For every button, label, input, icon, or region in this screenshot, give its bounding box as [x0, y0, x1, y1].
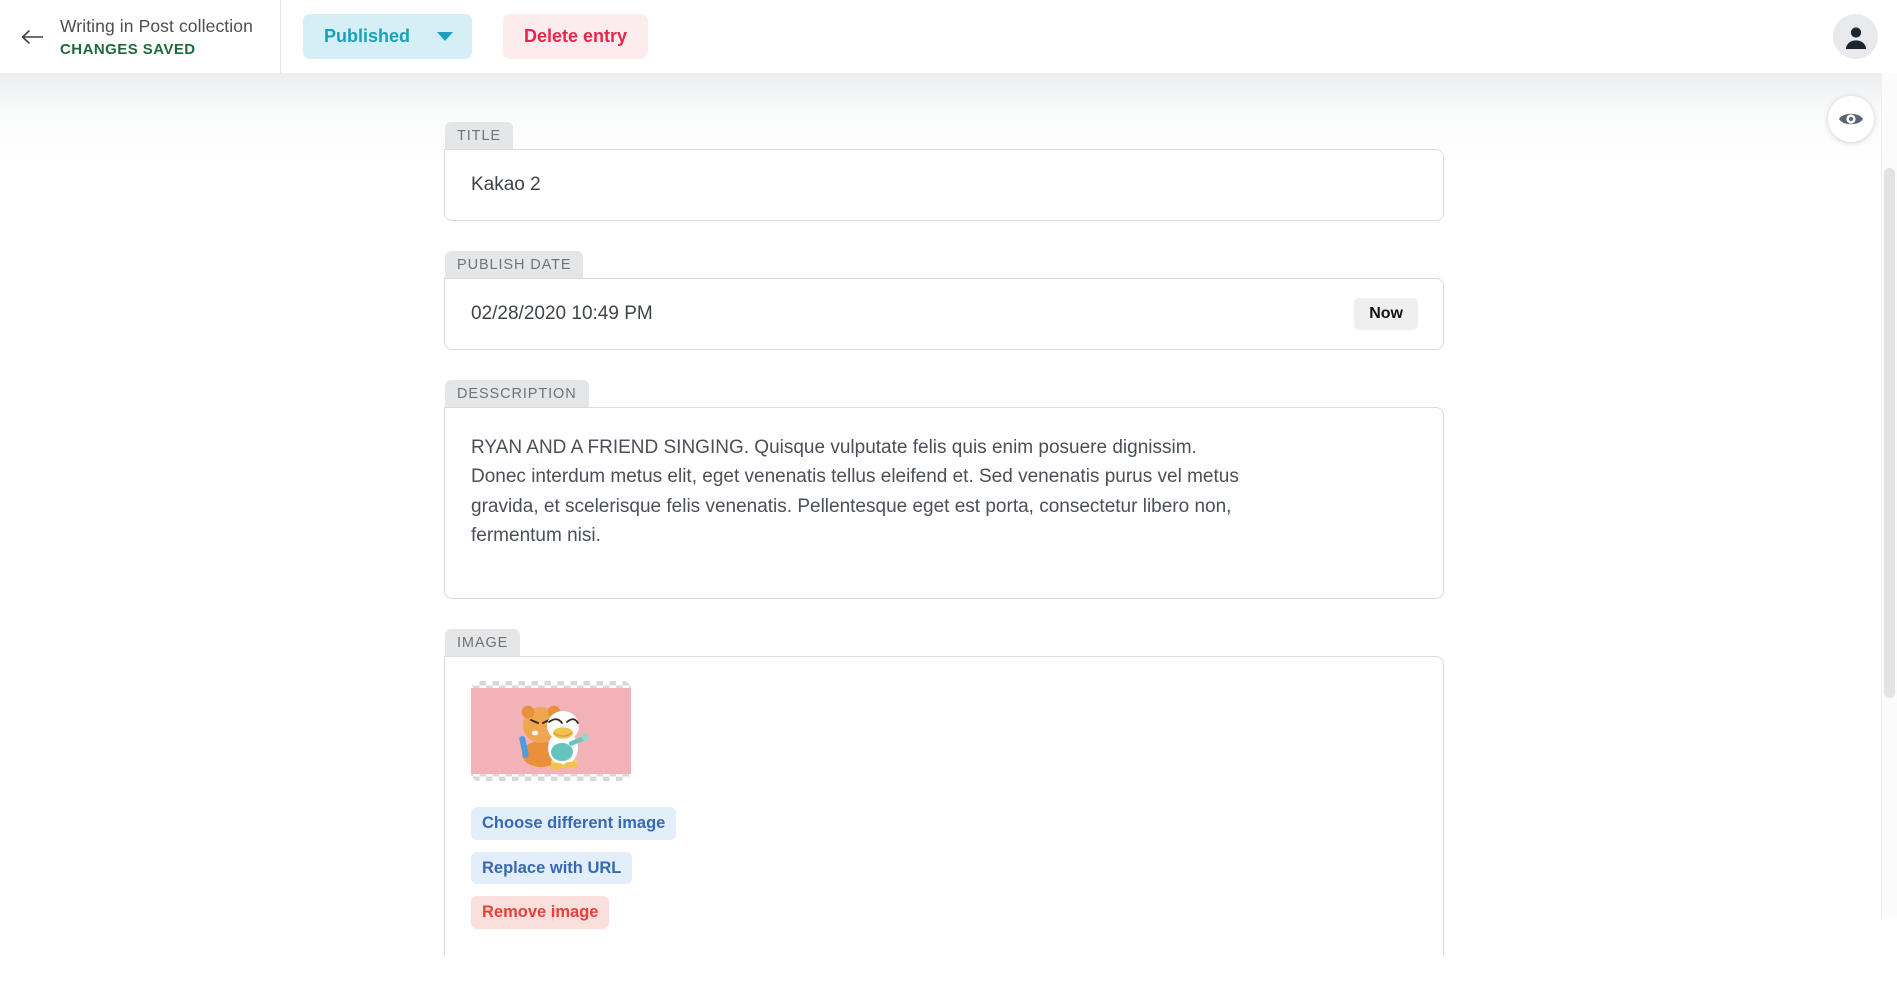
delete-entry-button[interactable]: Delete entry [503, 14, 649, 59]
title-block: Writing in Post collection CHANGES SAVED [60, 15, 253, 57]
field-title: TITLE Kakao 2 [444, 122, 1444, 221]
publish-date-value: 02/28/2020 10:49 PM [471, 303, 653, 324]
now-button-label: Now [1369, 305, 1403, 322]
page-title: Writing in Post collection [60, 16, 253, 37]
status-badge: CHANGES SAVED [60, 40, 196, 58]
user-avatar-icon[interactable] [1833, 14, 1878, 59]
delete-entry-label: Delete entry [524, 26, 628, 46]
publish-date-row: 02/28/2020 10:49 PM Now [445, 279, 1443, 349]
image-action-buttons: Choose different image Replace with URL … [471, 807, 677, 929]
arrow-left-icon[interactable] [14, 18, 52, 56]
field-label-title: TITLE [445, 122, 513, 149]
field-label-publish-date: PUBLISH DATE [445, 251, 584, 278]
kakao-friends-characters-thumbnail [471, 688, 631, 774]
publish-status-label: Published [324, 26, 411, 46]
scrollbar-thumb[interactable] [1884, 168, 1895, 698]
publish-status-dropdown[interactable]: Published [303, 14, 473, 59]
choose-different-image-label: Choose different image [482, 814, 666, 832]
header-actions: Published Delete entry [281, 14, 649, 59]
eye-icon[interactable] [1828, 96, 1874, 142]
header-left-panel: Writing in Post collection CHANGES SAVED [0, 0, 281, 73]
field-description: DESSCRIPTION RYAN AND A FRIEND SINGING. … [444, 380, 1444, 599]
app-header: Writing in Post collection CHANGES SAVED… [0, 0, 1897, 73]
replace-with-url-label: Replace with URL [482, 858, 622, 877]
now-button[interactable]: Now [1354, 298, 1418, 330]
field-image: IMAGE Choose different image Replace wit… [444, 629, 1444, 956]
image-thumbnail[interactable] [471, 681, 631, 781]
title-input[interactable]: Kakao 2 [444, 149, 1444, 221]
choose-different-image-button[interactable]: Choose different image [471, 807, 677, 840]
description-value: RYAN AND A FRIEND SINGING. Quisque vulpu… [471, 437, 1239, 547]
editor-body: TITLE Kakao 2 PUBLISH DATE 02/28/2020 10… [0, 73, 1897, 956]
publish-date-input[interactable]: 02/28/2020 10:49 PM Now [444, 278, 1444, 350]
remove-image-button[interactable]: Remove image [471, 896, 610, 929]
image-thumbnail-wrapper [471, 681, 631, 781]
description-textarea[interactable]: RYAN AND A FRIEND SINGING. Quisque vulpu… [444, 407, 1444, 599]
field-label-image: IMAGE [445, 629, 521, 656]
page-scrollbar[interactable] [1881, 73, 1897, 918]
entry-form: TITLE Kakao 2 PUBLISH DATE 02/28/2020 10… [444, 122, 1444, 986]
title-value: Kakao 2 [471, 174, 541, 195]
field-label-description: DESSCRIPTION [445, 380, 589, 407]
image-field-box: Choose different image Replace with URL … [444, 656, 1444, 956]
remove-image-label: Remove image [482, 903, 599, 921]
chevron-down-icon [437, 32, 454, 41]
replace-with-url-button[interactable]: Replace with URL [471, 851, 633, 884]
field-publish-date: PUBLISH DATE 02/28/2020 10:49 PM Now [444, 251, 1444, 350]
